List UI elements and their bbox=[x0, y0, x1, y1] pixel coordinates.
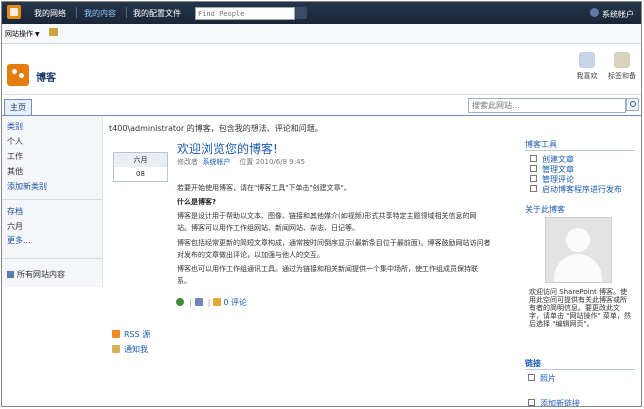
alert-icon bbox=[112, 345, 120, 353]
post-body-heading: 什么是博客? bbox=[177, 198, 217, 206]
site-search-box bbox=[468, 98, 626, 113]
categories-heading[interactable]: 类别 bbox=[7, 121, 23, 132]
people-search-input[interactable] bbox=[196, 8, 294, 19]
i-like-it-label: 我喜欢 bbox=[576, 72, 598, 80]
site-actions-menu[interactable]: 网站操作 ▼ bbox=[5, 29, 40, 39]
divider bbox=[76, 7, 77, 18]
post-month: 六月 bbox=[114, 153, 167, 167]
thumbs-up-icon bbox=[579, 52, 595, 68]
category-other[interactable]: 其他 bbox=[7, 166, 23, 177]
people-search-button[interactable] bbox=[295, 7, 307, 19]
link-label: 添加新链接 bbox=[540, 399, 580, 407]
tags-notes-button[interactable]: 标签和备 bbox=[603, 48, 641, 93]
about-blog-text: 欢迎访问 SharePoint 博客。使用此空间可提供有关此博客或所有者的简明信… bbox=[529, 288, 631, 328]
tool-label: 管理文章 bbox=[542, 165, 574, 174]
category-work[interactable]: 工作 bbox=[7, 151, 23, 162]
title-area: 博客 bbox=[2, 44, 641, 95]
people-search-box bbox=[195, 7, 295, 20]
top-link-bar: 主页 bbox=[2, 98, 641, 116]
launch-blog-program-link[interactable]: 启动博客程序进行发布 bbox=[530, 184, 622, 195]
add-new-link[interactable]: 添加新链接 bbox=[528, 398, 580, 407]
post-time-label: 位置 bbox=[239, 158, 254, 166]
site-actions-label: 网站操作 bbox=[5, 30, 33, 38]
bullet-icon bbox=[530, 185, 537, 192]
tag-icon bbox=[614, 52, 630, 68]
comment-icon bbox=[213, 298, 222, 306]
avatar bbox=[566, 228, 590, 252]
rss-label: RSS 源 bbox=[124, 330, 151, 339]
page-title[interactable]: 博客 bbox=[36, 69, 56, 84]
tags-notes-label: 标签和备 bbox=[608, 72, 636, 80]
bullet-icon bbox=[530, 155, 537, 162]
comments-link[interactable]: 0 评论 bbox=[223, 298, 247, 307]
rss-feed-link[interactable]: RSS 源 bbox=[112, 329, 150, 340]
sharepoint-logo-icon bbox=[7, 5, 21, 19]
blog-site-icon bbox=[7, 64, 29, 86]
tool-label: 启动博客程序进行发布 bbox=[542, 185, 622, 194]
nav-my-network[interactable]: 我的网络 bbox=[34, 8, 66, 19]
bullet-icon bbox=[530, 175, 537, 182]
blog-description: t400\administrator 的博客，包含我的想法、评论和问题。 bbox=[109, 124, 323, 133]
alert-label: 通知我 bbox=[124, 345, 148, 354]
rss-icon bbox=[112, 330, 120, 338]
archive-june[interactable]: 六月 bbox=[7, 221, 23, 232]
quick-launch: 类别 个人 工作 其他 添加新类别 存档 六月 更多... 所有网站内容 bbox=[2, 117, 103, 287]
blog-tools-heading: 博客工具 bbox=[525, 140, 557, 149]
email-link-icon[interactable] bbox=[194, 298, 203, 306]
tab-home[interactable]: 主页 bbox=[4, 99, 32, 115]
archive-heading[interactable]: 存档 bbox=[7, 206, 23, 217]
post-time: 2010/6/8 9:45 bbox=[255, 158, 305, 166]
more-archive-link[interactable]: 更多... bbox=[7, 235, 31, 246]
nav-my-profile[interactable]: 我的配置文件 bbox=[133, 8, 181, 19]
search-icon[interactable] bbox=[626, 98, 639, 111]
post-title[interactable]: 欢迎浏览您的博客! bbox=[177, 140, 278, 157]
i-like-it-button[interactable]: 我喜欢 bbox=[568, 48, 606, 93]
site-actions-bar: 网站操作 ▼ bbox=[2, 24, 641, 44]
nav-my-content[interactable]: 我的内容 bbox=[84, 8, 116, 19]
tool-label: 创建文章 bbox=[542, 155, 574, 164]
post-body-line: 博客也可以用作工作组通讯工具。通过为链接和相关新闻提供一个集中场所，使工作组成员… bbox=[177, 265, 478, 273]
divider bbox=[126, 7, 127, 18]
post-date-box: 六月 08 bbox=[113, 152, 168, 182]
about-blog-heading: 关于此博客 bbox=[525, 205, 565, 214]
blog-owner-photo bbox=[545, 217, 612, 283]
global-navigation-bar: 我的网络 我的内容 我的配置文件 系统帐户 bbox=[2, 2, 641, 24]
user-menu[interactable]: 系统帐户 bbox=[602, 9, 634, 20]
post-body-line: 若要开始使用博客，请在"博客工具"下单击"创建文章"。 bbox=[177, 184, 351, 192]
divider bbox=[2, 199, 102, 200]
user-icon bbox=[590, 8, 599, 17]
divider bbox=[2, 258, 102, 259]
links-heading: 链接 bbox=[525, 359, 541, 368]
bullet-icon bbox=[528, 399, 535, 406]
post-modifier-label: 修改者 bbox=[177, 158, 198, 166]
post-body-line: 博客包括经常更新的简短文章构成，通常按时间倒序显示(最新条目位于最前面)。博客鼓… bbox=[177, 239, 491, 247]
post-actions: | | 0 评论 bbox=[176, 297, 247, 308]
alert-me-link[interactable]: 通知我 bbox=[112, 344, 148, 355]
post-day: 08 bbox=[114, 167, 167, 181]
category-personal[interactable]: 个人 bbox=[7, 136, 23, 147]
all-site-content-link[interactable]: 所有网站内容 bbox=[7, 269, 65, 280]
bullet-icon bbox=[530, 165, 537, 172]
post-body-line: 对发布的文章做出评论，以加强与他人的交互。 bbox=[177, 251, 324, 259]
permalink-icon[interactable] bbox=[176, 298, 184, 306]
post-author-link[interactable]: 系统帐户 bbox=[202, 158, 230, 166]
post-body-line: 系。 bbox=[177, 277, 191, 285]
post-body-line: 站。博客可以用作工作组网站、新闻网站、杂志、日记等。 bbox=[177, 224, 359, 232]
site-content-icon bbox=[7, 271, 14, 278]
divider bbox=[525, 150, 635, 151]
bullet-icon bbox=[528, 374, 535, 381]
all-site-content-label: 所有网站内容 bbox=[17, 270, 65, 279]
folder-icon[interactable] bbox=[49, 28, 58, 36]
divider bbox=[525, 369, 635, 370]
site-search-input[interactable] bbox=[469, 99, 625, 112]
tool-label: 管理评论 bbox=[542, 175, 574, 184]
browser-frame: 我的网络 我的内容 我的配置文件 系统帐户 网站操作▼ 博客 我喜欢 标签和备 … bbox=[1, 1, 642, 407]
chevron-down-icon: ▼ bbox=[35, 31, 40, 38]
link-photos[interactable]: 照片 bbox=[528, 373, 556, 384]
link-label: 照片 bbox=[540, 374, 556, 383]
post-body-line: 博客是设计用于帮助以文本、图像、链接和其他媒介(如视频)形式共享特定主题领域相关… bbox=[177, 212, 477, 220]
post-meta: 修改者 系统帐户 位置 2010/6/8 9:45 bbox=[177, 157, 305, 167]
add-category-link[interactable]: 添加新类别 bbox=[7, 181, 47, 192]
